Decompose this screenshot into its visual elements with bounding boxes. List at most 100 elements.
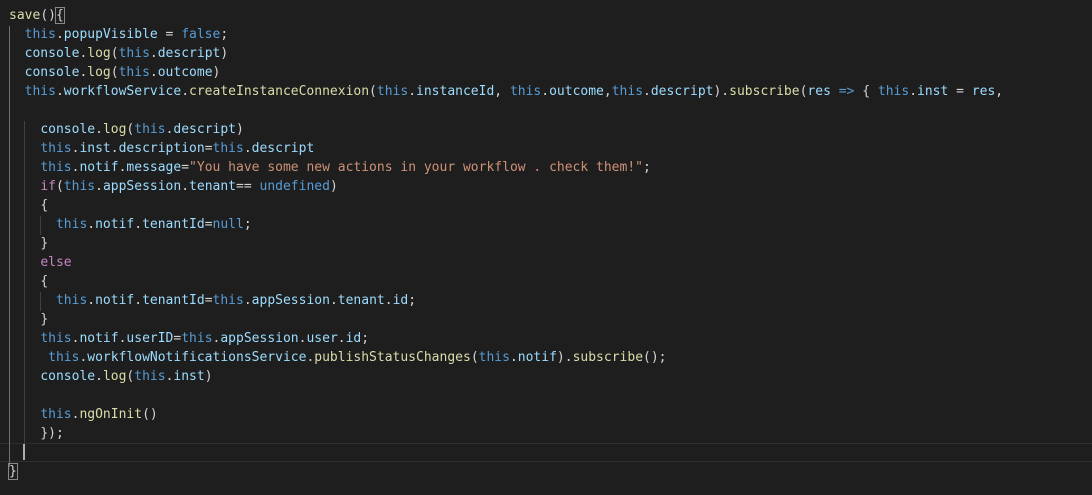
- code-token: console: [24, 46, 80, 61]
- code-token: .: [408, 84, 417, 99]
- code-token: .: [509, 350, 518, 365]
- code-token: ==: [236, 179, 260, 194]
- code-token: (: [369, 84, 377, 99]
- code-token: .: [55, 84, 64, 99]
- code-token: .: [149, 65, 158, 80]
- code-token: createInstanceConnexion: [189, 84, 370, 99]
- code-token: this: [118, 46, 150, 61]
- code-token: this: [118, 65, 150, 80]
- code-token: this: [181, 331, 213, 346]
- code-token: });: [40, 426, 64, 441]
- code-token: this: [376, 84, 409, 99]
- code-token: {: [854, 84, 878, 99]
- code-token: popupVisible: [63, 27, 158, 42]
- code-line: this.workflowService.createInstanceConne…: [0, 82, 1092, 101]
- code-token: .: [87, 293, 96, 308]
- code-token: ;: [243, 217, 252, 232]
- code-token: .: [110, 141, 119, 156]
- code-token: tenant: [189, 179, 237, 194]
- code-token: (: [40, 8, 49, 23]
- code-token: notif: [95, 217, 135, 232]
- code-token: user: [306, 331, 338, 346]
- code-token: =: [157, 27, 182, 42]
- code-token: undefined: [259, 179, 330, 194]
- code-token: log: [87, 65, 111, 80]
- code-token: notif: [517, 350, 557, 365]
- code-token: userID: [126, 331, 174, 346]
- code-token: .: [134, 217, 143, 232]
- code-token: (: [470, 350, 479, 365]
- code-token: subscribe: [572, 350, 644, 365]
- code-line: console.log(this.outcome): [0, 63, 1092, 82]
- code-token: .: [384, 293, 393, 308]
- code-token: console: [40, 369, 96, 384]
- code-line: console.log(this.descript): [0, 44, 1092, 63]
- code-token: ();: [643, 350, 667, 365]
- code-token: this: [63, 179, 96, 194]
- code-token: }: [40, 236, 49, 251]
- matched-bracket: }: [8, 463, 18, 480]
- code-token: this: [40, 160, 72, 175]
- code-token: =: [204, 141, 213, 156]
- code-token: log: [102, 369, 127, 384]
- code-token: res: [807, 84, 831, 99]
- code-token: this: [134, 369, 166, 384]
- code-token: ;: [220, 27, 229, 42]
- matched-bracket: {: [54, 7, 65, 24]
- code-token: descript: [251, 141, 315, 156]
- code-token: this: [134, 122, 166, 137]
- code-token: save: [9, 8, 41, 23]
- code-line: console.log(this.descript): [0, 120, 1092, 139]
- code-token: .: [181, 84, 190, 99]
- code-token: inst: [173, 369, 205, 384]
- code-token: log: [102, 122, 127, 137]
- code-token: {: [40, 274, 49, 289]
- code-token: res: [971, 84, 996, 99]
- code-token: =: [204, 293, 213, 308]
- code-token: ).: [713, 84, 730, 99]
- code-token: notif: [95, 293, 135, 308]
- code-token: "You have some new actions in your workf…: [189, 160, 643, 175]
- code-token: ,: [995, 84, 1004, 99]
- code-token: outcome: [549, 84, 604, 99]
- code-line: this.popupVisible = false;: [0, 25, 1092, 44]
- code-token: .: [541, 84, 550, 99]
- code-token: ;: [408, 293, 417, 308]
- code-token: ;: [361, 331, 370, 346]
- code-token: .: [243, 293, 252, 308]
- code-token: inst: [79, 141, 111, 156]
- code-token: ): [329, 179, 338, 194]
- code-line: save(){: [0, 6, 1092, 25]
- code-editor[interactable]: save(){ this.popupVisible = false; conso…: [0, 0, 1092, 495]
- code-token: this: [40, 331, 72, 346]
- code-token: .: [134, 293, 143, 308]
- code-token: .: [909, 84, 918, 99]
- code-line: }: [0, 462, 1092, 481]
- code-token: ,: [603, 84, 612, 99]
- code-token: (: [110, 46, 119, 61]
- code-token: ): [212, 65, 221, 80]
- code-token: instanceId: [416, 84, 495, 99]
- code-token: .: [95, 369, 103, 384]
- code-token: .: [337, 331, 346, 346]
- code-token: (): [142, 407, 158, 422]
- code-token: log: [87, 46, 111, 61]
- code-token: }: [40, 312, 49, 327]
- code-token: this: [55, 293, 88, 308]
- code-token: else: [40, 255, 72, 270]
- code-token: ngOnInit: [79, 407, 143, 422]
- code-token: =: [204, 217, 213, 232]
- code-token: .: [243, 141, 252, 156]
- code-token: =: [948, 84, 972, 99]
- code-line: this.notif.tenantId=this.appSession.tena…: [0, 291, 1092, 310]
- code-token: this: [509, 84, 542, 99]
- code-line: }: [0, 234, 1092, 253]
